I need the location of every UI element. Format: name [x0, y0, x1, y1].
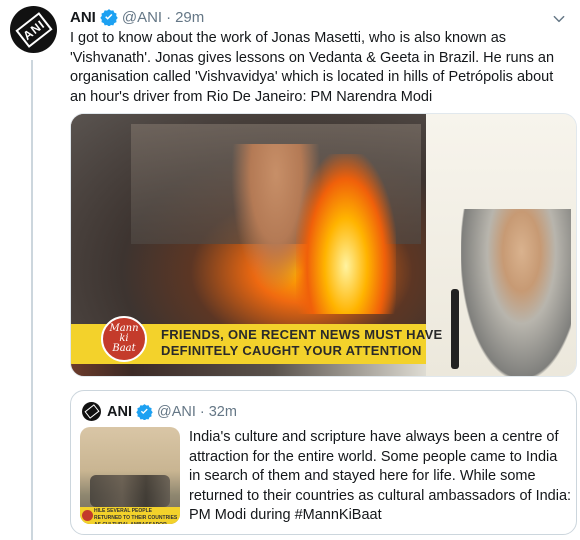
- separator-dot: ·: [166, 8, 172, 26]
- tweet-timestamp[interactable]: 29m: [175, 9, 204, 26]
- ani-logo-icon: [84, 404, 99, 419]
- author-avatar[interactable]: ANI: [10, 6, 57, 53]
- thumbnail-caption-strip: HILE SEVERAL PEOPLE RETURNED TO THEIR CO…: [80, 507, 180, 524]
- quoted-tweet-timestamp: 32m: [208, 403, 237, 420]
- mann-ki-baat-logo: Mann ki Baat: [101, 316, 147, 362]
- thread-connector-line: [31, 60, 33, 540]
- ani-logo-icon: ANI: [14, 11, 53, 48]
- quoted-author-name: ANI: [107, 403, 132, 420]
- author-handle[interactable]: @ANI: [122, 9, 162, 26]
- quoted-author-handle: @ANI: [156, 403, 196, 420]
- quoted-tweet-card[interactable]: ANI @ANI · 32m HILE SEVERAL PEOPLE RETUR…: [70, 390, 577, 535]
- tweet-header: ANI @ANI · 29m: [70, 8, 204, 26]
- quoted-tweet-text: India's culture and scripture have alway…: [189, 429, 572, 523]
- separator-dot: ·: [199, 403, 205, 420]
- quoted-tweet-thumbnail: HILE SEVERAL PEOPLE RETURNED TO THEIR CO…: [80, 427, 180, 524]
- verified-badge-icon: [136, 403, 153, 420]
- speaker-figure: [461, 209, 571, 376]
- sacred-fire: [296, 154, 396, 314]
- author-name[interactable]: ANI: [70, 9, 96, 26]
- banner-caption-text: FRIENDS, ONE RECENT NEWS MUST HAVE DEFIN…: [161, 327, 443, 358]
- mann-ki-baat-logo: [82, 510, 93, 521]
- quoted-author-avatar: [82, 402, 101, 421]
- verified-badge-icon: [100, 8, 118, 26]
- tweet-text: I got to know about the work of Jonas Ma…: [70, 30, 555, 105]
- riverside-crowd: [90, 475, 170, 507]
- quoted-tweet-header: ANI @ANI · 32m: [107, 403, 237, 420]
- tweet-media-image[interactable]: Mann ki Baat FRIENDS, ONE RECENT NEWS MU…: [70, 113, 577, 377]
